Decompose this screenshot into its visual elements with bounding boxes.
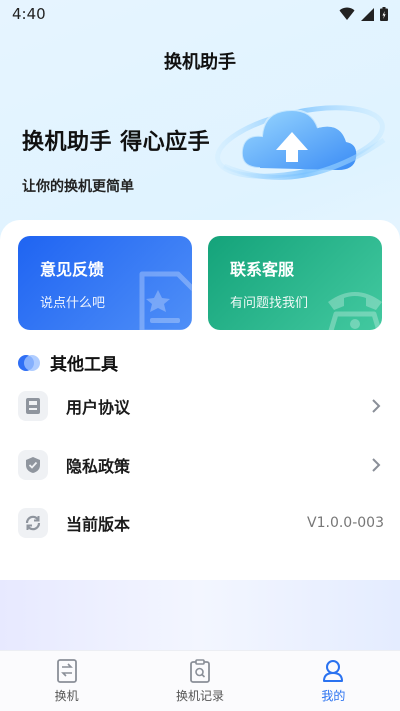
tab-phone-swap[interactable]: 换机 — [0, 651, 133, 711]
menu-item-privacy-policy[interactable]: 隐私政策 — [18, 445, 384, 485]
section-title: 其他工具 — [50, 355, 118, 375]
status-icons — [339, 7, 388, 21]
feedback-card-title: 意见反馈 — [40, 260, 105, 279]
phone-swap-icon — [56, 659, 77, 683]
customer-service-card-desc: 有问题找我们 — [230, 296, 309, 311]
section-bullet-icon — [18, 354, 40, 372]
tab-swap-records[interactable]: 换机记录 — [133, 651, 266, 711]
cloud-upload-illustration — [215, 105, 386, 180]
bottom-tab-bar: 换机 换机记录 我的 — [0, 650, 400, 711]
status-time: 4:40 — [12, 5, 46, 23]
menu-item-label: 用户协议 — [66, 398, 131, 417]
bottom-decoration — [0, 580, 400, 650]
chevron-right-icon — [372, 458, 381, 472]
feedback-card-desc: 说点什么吧 — [40, 296, 106, 311]
signal-icon — [361, 7, 374, 21]
record-icon — [190, 659, 210, 683]
customer-service-card[interactable]: 联系客服 有问题找我们 — [208, 236, 382, 330]
hero-subtitle: 让你的换机更简单 — [22, 179, 134, 195]
user-icon — [323, 660, 344, 682]
chevron-right-icon — [372, 399, 381, 413]
hero-title: 换机助手 得心应手 — [22, 130, 211, 155]
wifi-icon — [339, 7, 355, 20]
shield-icon — [18, 450, 48, 480]
status-bar: 4:40 — [0, 0, 400, 28]
app-screen: 4:40 换机助手 换机助手 得心应手 让你的换机更简单 意见反馈 说点什么吧 … — [0, 0, 400, 711]
menu-item-label: 当前版本 — [66, 515, 131, 534]
tab-label: 换机 — [54, 689, 79, 703]
tab-label: 我的 — [321, 689, 346, 703]
menu-item-label: 隐私政策 — [66, 457, 131, 476]
tab-mine[interactable]: 我的 — [267, 651, 400, 711]
document-icon — [18, 391, 48, 421]
tab-label: 换机记录 — [175, 689, 224, 703]
refresh-icon — [18, 508, 48, 538]
version-value: V1.0.0-003 — [307, 515, 384, 531]
customer-service-card-title: 联系客服 — [230, 260, 295, 279]
battery-icon — [380, 7, 388, 21]
menu-item-user-agreement[interactable]: 用户协议 — [18, 386, 384, 426]
menu-item-current-version[interactable]: 当前版本 V1.0.0-003 — [18, 503, 384, 543]
section-header: 其他工具 — [18, 350, 118, 375]
feedback-card[interactable]: 意见反馈 说点什么吧 — [18, 236, 192, 330]
